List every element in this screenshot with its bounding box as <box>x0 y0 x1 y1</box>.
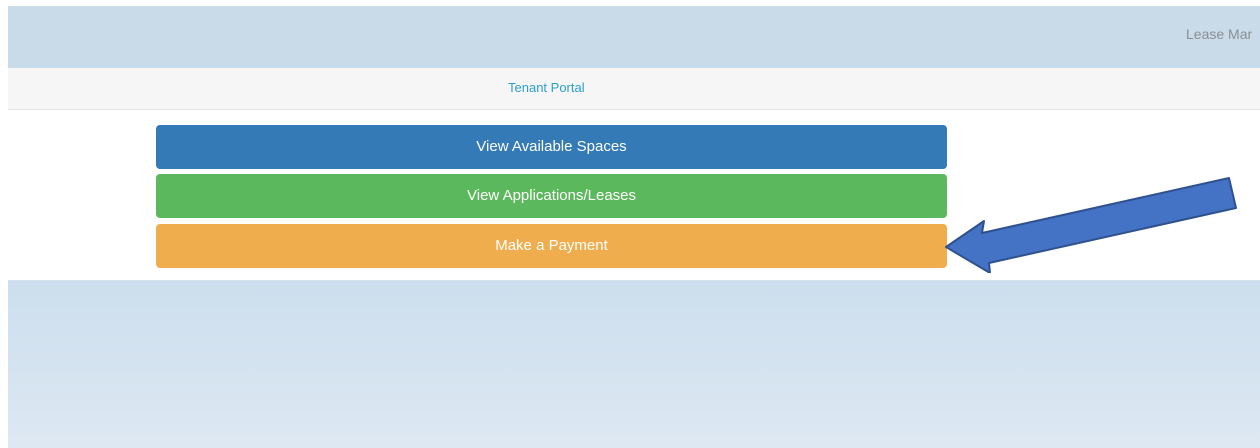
top-header: Lease Mar <box>8 6 1260 68</box>
view-available-spaces-button[interactable]: View Available Spaces <box>156 125 947 169</box>
arrow-pointing-left-icon <box>945 177 1237 273</box>
tab-bar: Tenant Portal <box>8 68 1260 110</box>
make-payment-button[interactable]: Make a Payment <box>156 224 947 268</box>
tab-tenant-portal[interactable]: Tenant Portal <box>508 80 585 95</box>
view-applications-leases-button[interactable]: View Applications/Leases <box>156 174 947 218</box>
app-frame: Lease Mar Tenant Portal View Available S… <box>8 6 1260 448</box>
page-background-area <box>8 281 1260 448</box>
app-name[interactable]: Lease Mar <box>1186 26 1252 42</box>
